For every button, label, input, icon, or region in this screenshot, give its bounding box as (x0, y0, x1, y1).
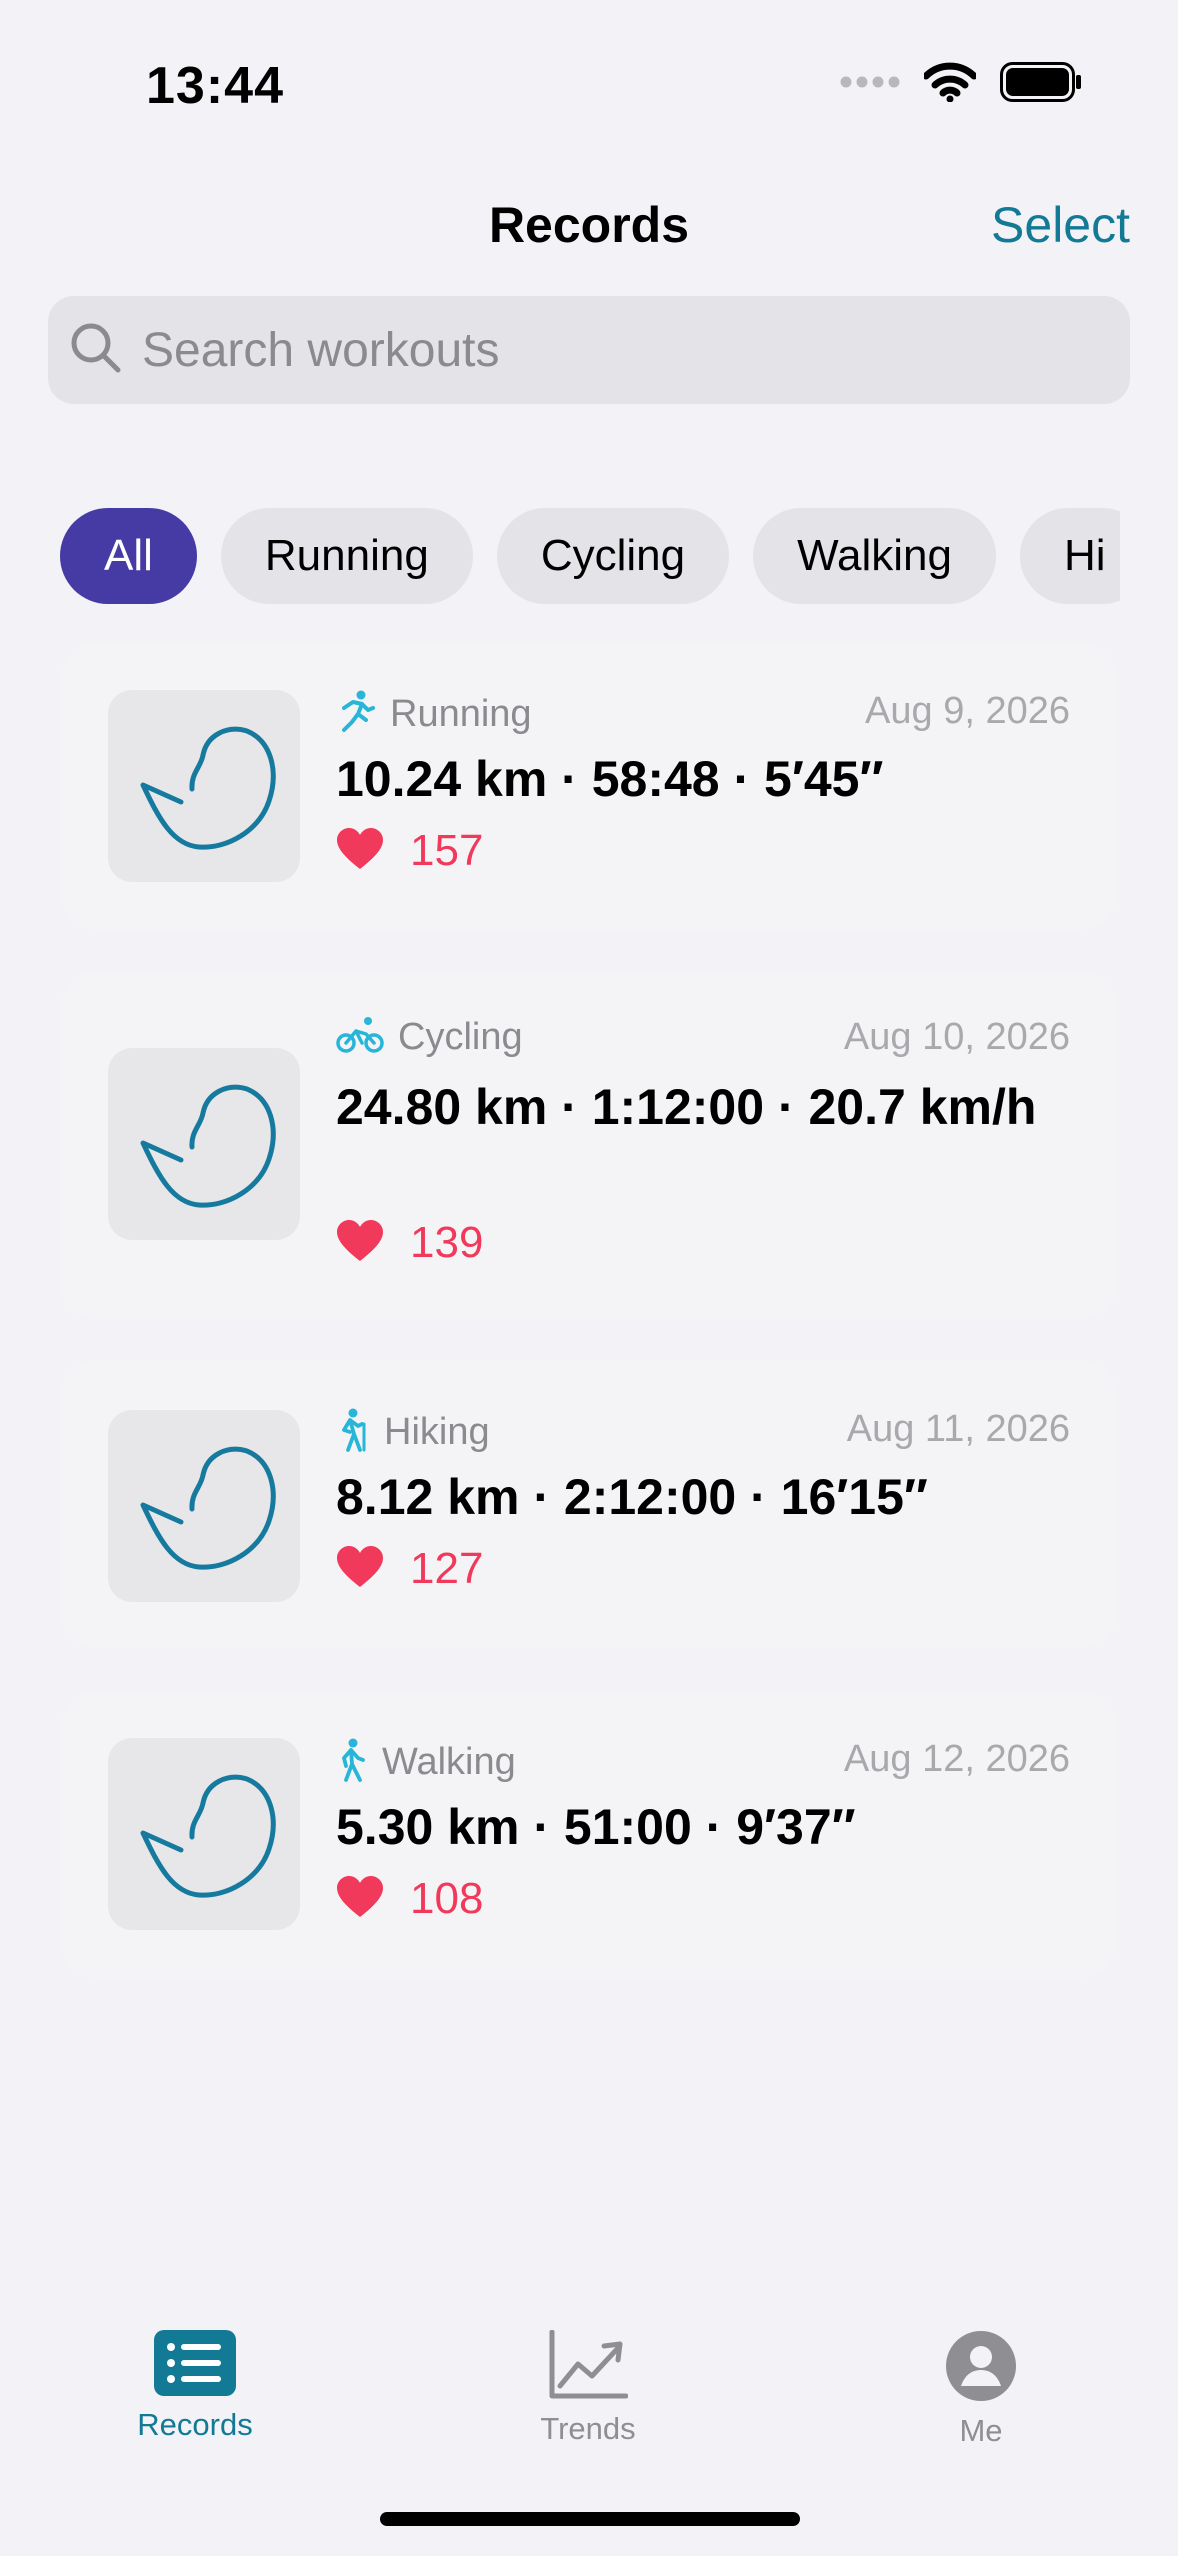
signal-dots-icon (840, 75, 900, 94)
search-input[interactable] (142, 322, 1042, 378)
workout-date: Aug 12, 2026 (843, 1738, 1070, 1780)
tab-records[interactable]: Records (75, 2330, 315, 2443)
trend-chart-icon (548, 2329, 629, 2404)
filter-chip-all[interactable]: All (60, 508, 197, 604)
heart-rate: 157 (336, 826, 483, 876)
tab-me[interactable]: Me (861, 2330, 1101, 2449)
workout-date: Aug 10, 2026 (843, 1016, 1070, 1058)
route-thumbnail (108, 1410, 300, 1602)
home-indicator (380, 2512, 800, 2526)
filter-chip-cycling[interactable]: Cycling (496, 508, 730, 604)
workout-card[interactable]: Walking Aug 12, 2026 5.30 km · 51:00 · 9… (60, 1690, 1118, 1978)
heart-icon (336, 1875, 384, 1924)
heart-icon (336, 1219, 384, 1268)
workout-card[interactable]: Hiking Aug 11, 2026 8.12 km · 2:12:00 · … (60, 1360, 1118, 1648)
filter-chips: All Running Cycling Walking Hi (60, 508, 1120, 606)
activity-name: Walking (382, 1741, 516, 1783)
tab-label: Records (137, 2407, 253, 2442)
activity-type: Cycling (336, 1016, 523, 1059)
cycling-icon (336, 1016, 384, 1059)
workout-date: Aug 11, 2026 (846, 1408, 1070, 1450)
wifi-icon (922, 62, 978, 107)
activity-name: Running (390, 693, 532, 735)
route-map-icon (140, 1084, 276, 1208)
workout-date: Aug 9, 2026 (865, 690, 1070, 732)
heart-rate: 139 (336, 1218, 483, 1268)
workout-stats: 10.24 km · 58:48 · 5′45″ (336, 751, 884, 807)
heart-rate-value: 157 (410, 826, 484, 875)
activity-type: Walking (336, 1738, 516, 1787)
workout-stats: 24.80 km · 1:12:00 · 20.7 km/h (336, 1079, 1037, 1135)
records-screen: 13:44 Records Select Search workouts All… (0, 0, 1178, 2556)
search-icon (68, 320, 124, 381)
heart-icon (336, 1545, 384, 1594)
heart-rate: 108 (336, 1874, 483, 1924)
battery-icon (1000, 62, 1082, 107)
select-button[interactable]: Select (991, 196, 1130, 254)
heart-rate-value: 127 (410, 1544, 484, 1593)
workout-stats: 5.30 km · 51:00 · 9′37″ (336, 1799, 856, 1855)
route-thumbnail (108, 1738, 300, 1930)
workout-stats: 8.12 km · 2:12:00 · 16′15″ (336, 1469, 928, 1525)
tab-label: Me (959, 2413, 1003, 2448)
activity-name: Cycling (398, 1016, 523, 1058)
status-bar: 13:44 (0, 0, 1178, 150)
workout-card[interactable]: Cycling Aug 10, 2026 24.80 km · 1:12:00 … (60, 970, 1118, 1320)
tab-trends[interactable]: Trends (468, 2329, 708, 2447)
heart-rate-value: 108 (410, 1874, 484, 1923)
list-icon (154, 2330, 236, 2400)
activity-type: Hiking (336, 1408, 490, 1457)
heart-rate: 127 (336, 1544, 483, 1594)
activity-type: Running (336, 690, 532, 739)
hiking-icon (336, 1408, 370, 1457)
route-map-icon (140, 1446, 276, 1570)
tab-label: Trends (540, 2411, 636, 2446)
route-map-icon (140, 726, 276, 850)
status-time: 13:44 (146, 57, 284, 115)
status-icons (840, 62, 1082, 107)
search-bar[interactable] (48, 296, 1130, 404)
heart-icon (336, 827, 384, 876)
route-thumbnail (108, 690, 300, 882)
running-icon (336, 690, 376, 739)
filter-chip-walking[interactable]: Walking (753, 508, 996, 604)
filter-chip-hiking[interactable]: Hi (1019, 508, 1120, 604)
filter-chip-running[interactable]: Running (220, 508, 473, 604)
workout-card[interactable]: Running Aug 9, 2026 10.24 km · 58:48 · 5… (60, 642, 1118, 930)
activity-name: Hiking (384, 1411, 490, 1453)
route-map-icon (140, 1774, 276, 1898)
heart-rate-value: 139 (410, 1218, 484, 1267)
person-icon (945, 2331, 1017, 2406)
walking-icon (336, 1738, 368, 1787)
route-thumbnail (108, 1048, 300, 1240)
